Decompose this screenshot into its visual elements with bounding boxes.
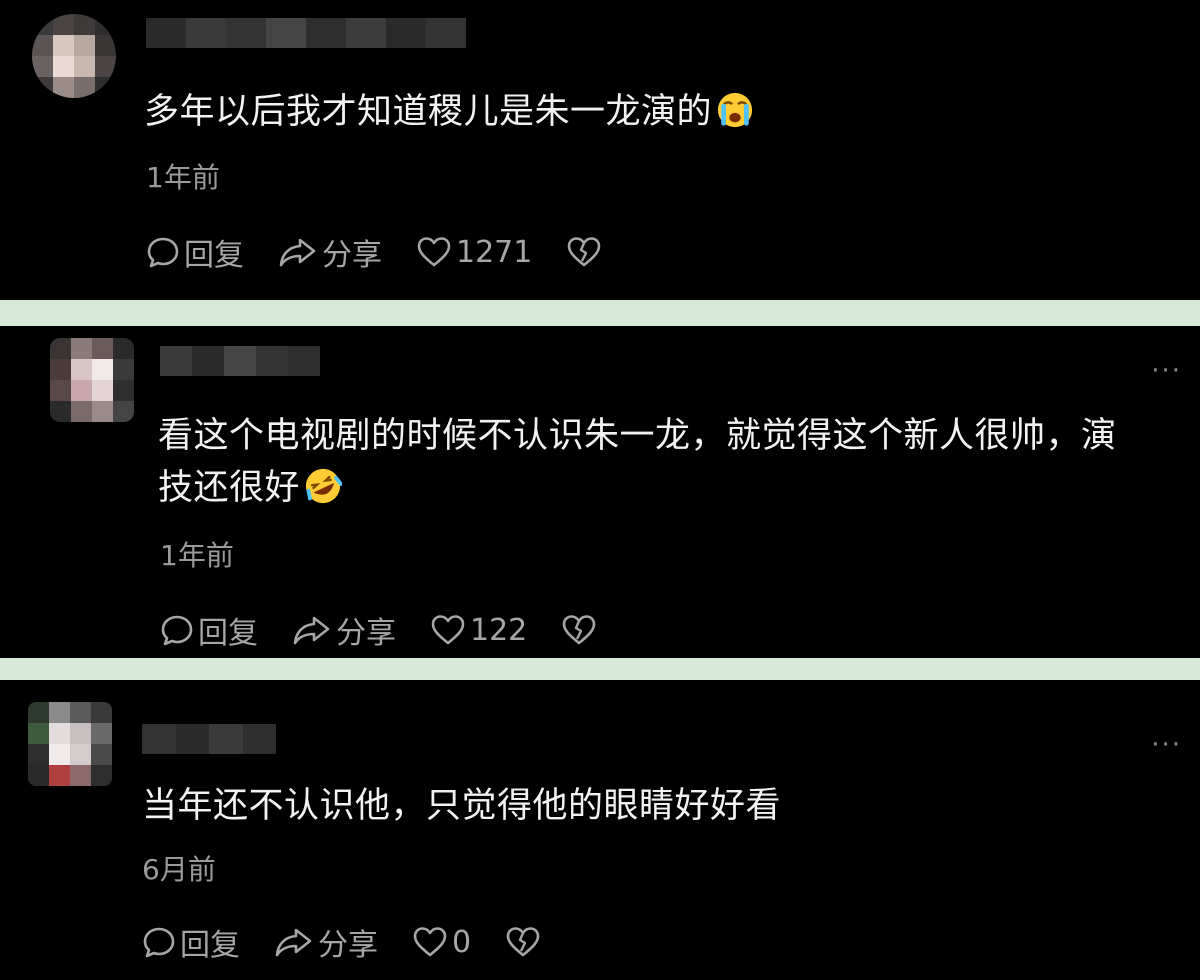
avatar[interactable]: [50, 338, 134, 422]
comment-card: ··· 当年还不认识他，只觉得他的眼睛好好看 6月前 回复 分享 0: [0, 680, 1200, 980]
share-label: 分享: [336, 616, 396, 651]
comment-text-line: 技还很好: [158, 468, 301, 508]
share-label: 分享: [322, 238, 382, 273]
like-count: 0: [452, 924, 472, 960]
reply-button[interactable]: 回复: [160, 608, 258, 652]
dislike-button[interactable]: [561, 613, 601, 647]
divider: [0, 658, 1200, 680]
broken-heart-icon: [562, 615, 596, 645]
heart-icon: [417, 237, 451, 267]
share-arrow-icon: [279, 238, 316, 267]
avatar[interactable]: [32, 14, 116, 98]
comment-bubble-icon: [143, 927, 175, 958]
comment-text: 多年以后我才知道稷儿是朱一龙演的: [144, 86, 754, 138]
reply-button[interactable]: 回复: [142, 920, 240, 964]
action-bar: 回复 分享 1271: [146, 230, 640, 274]
like-button[interactable]: 1271: [416, 235, 532, 270]
rolling-laughing-emoji: [305, 468, 343, 504]
comment-card: 多年以后我才知道稷儿是朱一龙演的 1年前 回复 分享 1271: [0, 0, 1200, 300]
share-label: 分享: [318, 928, 378, 963]
comment-text-line: 看这个电视剧的时候不认识朱一龙，就觉得这个新人很帅，演: [158, 416, 1117, 456]
share-button[interactable]: 分享: [274, 920, 378, 964]
heart-icon: [431, 615, 465, 645]
reply-button[interactable]: 回复: [146, 230, 244, 274]
crying-face-emoji: [717, 92, 753, 128]
divider: [0, 300, 1200, 326]
avatar[interactable]: [28, 702, 112, 786]
comment-bubble-icon: [147, 237, 179, 268]
like-button[interactable]: 0: [412, 925, 471, 960]
share-arrow-icon: [275, 928, 312, 957]
comment-card: ··· 看这个电视剧的时候不认识朱一龙，就觉得这个新人很帅，演 技还很好 1年前…: [0, 326, 1200, 658]
timestamp: 6月前: [142, 853, 216, 886]
username-blurred[interactable]: [142, 724, 276, 754]
action-bar: 回复 分享 0: [142, 920, 579, 964]
share-button[interactable]: 分享: [278, 230, 382, 274]
timestamp: 1年前: [160, 539, 234, 572]
reply-label: 回复: [198, 616, 258, 651]
username-blurred[interactable]: [160, 346, 320, 376]
dislike-button[interactable]: [505, 925, 545, 959]
dislike-button[interactable]: [566, 235, 606, 269]
like-count: 122: [470, 612, 528, 648]
share-arrow-icon: [293, 616, 330, 645]
broken-heart-icon: [568, 237, 601, 267]
comment-text-body: 多年以后我才知道稷儿是朱一龙演的: [144, 92, 713, 132]
comment-bubble-icon: [161, 615, 193, 646]
more-options-button[interactable]: ···: [1151, 730, 1182, 760]
share-button[interactable]: 分享: [292, 608, 396, 652]
username-blurred[interactable]: [146, 18, 466, 48]
reply-label: 回复: [184, 238, 244, 273]
like-button[interactable]: 122: [430, 613, 527, 648]
reply-label: 回复: [180, 928, 240, 963]
action-bar: 回复 分享 122: [160, 608, 635, 652]
more-options-button[interactable]: ···: [1151, 356, 1182, 386]
comment-text-body: 当年还不认识他，只觉得他的眼睛好好看: [142, 786, 782, 826]
like-count: 1271: [456, 234, 533, 270]
comment-text: 当年还不认识他，只觉得他的眼睛好好看: [142, 780, 781, 832]
heart-icon: [413, 927, 447, 957]
comment-text: 看这个电视剧的时候不认识朱一龙，就觉得这个新人很帅，演 技还很好: [158, 410, 1117, 514]
broken-heart-icon: [506, 927, 540, 957]
timestamp: 1年前: [146, 161, 220, 194]
